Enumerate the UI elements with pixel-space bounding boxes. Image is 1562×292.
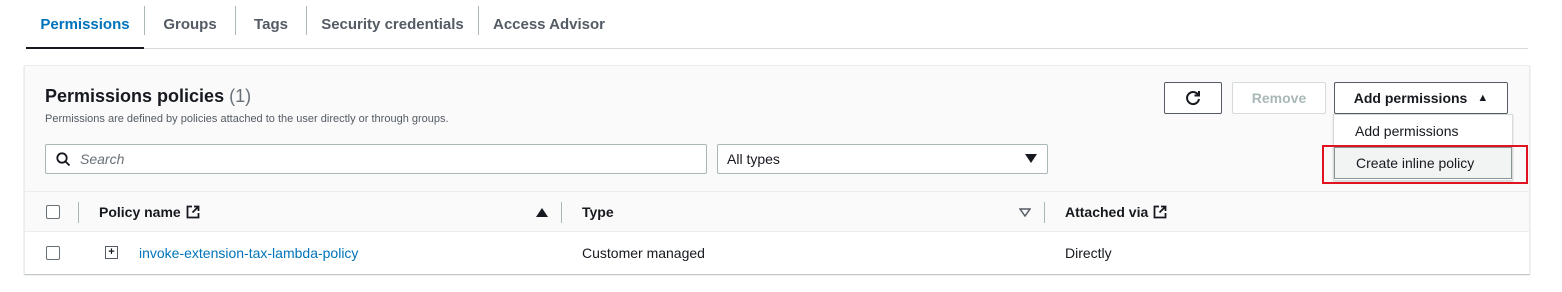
column-divider [78,202,79,223]
column-divider [1044,202,1045,223]
tab-access-advisor[interactable]: Access Advisor [479,0,619,48]
column-label-attached-via: Attached via [1065,204,1149,220]
tab-bar: Permissions Groups Tags Security credent… [26,0,1528,49]
tab-groups[interactable]: Groups [145,0,235,48]
remove-button[interactable]: Remove [1232,82,1326,114]
policy-type-cell: Customer managed [582,245,705,261]
table-header: Policy name Type Attached via [25,191,1529,232]
tab-tags[interactable]: Tags [236,0,306,48]
caret-up-icon: ▲ [1477,92,1489,104]
column-label-type: Type [582,204,614,220]
panel-title-text: Permissions policies [45,86,225,106]
column-header-policy-name[interactable]: Policy name [99,192,200,232]
select-all-checkbox[interactable] [46,205,60,219]
external-link-icon [1153,205,1167,219]
search-box [45,144,707,174]
tab-permissions[interactable]: Permissions [26,0,144,49]
type-filter-select[interactable]: All types [717,144,1048,174]
add-permissions-button[interactable]: Add permissions ▲ [1334,82,1508,114]
menu-item-create-inline-policy[interactable]: Create inline policy [1334,147,1512,179]
sort-ascending-icon[interactable] [536,208,548,217]
panel-title: Permissions policies (1) [45,86,251,107]
permissions-policies-panel: Permissions policies (1) Permissions are… [24,65,1530,274]
policy-name-link[interactable]: invoke-extension-tax-lambda-policy [139,245,358,261]
add-permissions-label: Add permissions [1353,90,1468,106]
remove-button-label: Remove [1251,90,1307,106]
search-icon [46,151,80,167]
row-checkbox[interactable] [46,246,60,260]
table-row: + invoke-extension-tax-lambda-policy Cus… [25,232,1529,274]
menu-item-add-permissions[interactable]: Add permissions [1334,115,1512,147]
panel-description: Permissions are defined by policies atta… [45,113,449,125]
refresh-icon [1186,91,1200,106]
refresh-button[interactable] [1164,82,1222,114]
column-divider [561,202,562,223]
add-permissions-menu: Add permissions Create inline policy [1333,114,1513,181]
policy-count: (1) [229,86,252,106]
policy-name-cell: invoke-extension-tax-lambda-policy [139,232,358,274]
column-header-attached-via[interactable]: Attached via [1065,192,1167,232]
tab-security-credentials[interactable]: Security credentials [307,0,478,48]
attached-via-cell: Directly [1065,245,1112,261]
caret-down-icon [1025,154,1037,163]
type-filter-value: All types [727,151,780,167]
sort-descending-icon[interactable] [1019,208,1031,217]
column-label-policy-name: Policy name [99,204,181,220]
expand-row-icon[interactable]: + [105,246,118,259]
column-header-type[interactable]: Type [582,192,614,232]
external-link-icon [186,205,200,219]
search-input[interactable] [80,151,680,167]
